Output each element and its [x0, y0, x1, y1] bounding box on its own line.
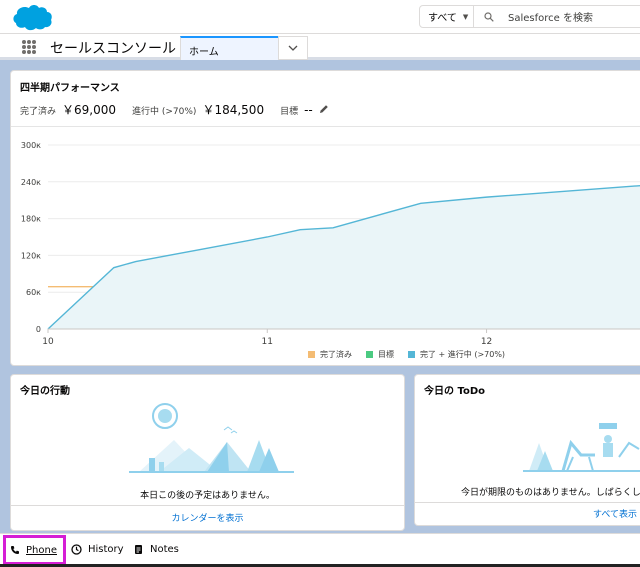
legend-swatch [308, 351, 315, 358]
x-tick-label: 11 [262, 337, 273, 347]
notes-icon [135, 545, 142, 554]
search-input[interactable]: Salesforce を検索 [474, 5, 640, 28]
chart-legend: 完了済み 目標 完了 + 進行中 (>70%) [308, 349, 519, 360]
camping-illustration-icon [129, 403, 294, 473]
x-tick-label: 12 [481, 337, 492, 347]
chevron-down-icon: ▼ [462, 12, 469, 21]
y-tick-label: 0 [36, 325, 41, 334]
todays-todo-card: 今日の ToDo 今日が期限のものはありません。しばらくし すべて表示 [414, 374, 640, 526]
view-calendar-link[interactable]: カレンダーを表示 [11, 505, 404, 530]
search-scope-dropdown[interactable]: すべて ▼ [419, 5, 474, 28]
events-empty-message: 本日この後の予定はありません。 [140, 491, 275, 501]
legend-swatch [408, 351, 415, 358]
phone-icon [11, 546, 19, 554]
utility-phone-button[interactable]: Phone [3, 535, 66, 565]
todo-title: 今日の ToDo [424, 386, 486, 397]
legend-item-1: 目標 [366, 349, 394, 360]
tab-home[interactable]: ホーム [180, 36, 278, 60]
legend-item-2: 完了 + 進行中 (>70%) [408, 349, 505, 360]
utility-notes-button[interactable]: Notes [134, 534, 179, 565]
todays-events-card: 今日の行動 本日この後の予定はありません。 カレンダーを表示 [10, 374, 405, 531]
y-tick-label: 120к [21, 251, 41, 260]
y-tick-label: 300к [21, 141, 41, 150]
legend-label: 完了 + 進行中 (>70%) [420, 350, 506, 359]
chevron-down-icon [288, 45, 298, 51]
utility-bar: Phone History Notes [0, 533, 640, 567]
beach-chair-illustration-icon [523, 423, 640, 472]
legend-label: 完了済み [320, 350, 352, 359]
notes-label: Notes [150, 544, 179, 555]
history-label: History [88, 544, 124, 555]
search-scope-label: すべて [428, 13, 457, 24]
history-clock-icon [71, 544, 82, 555]
nav-menu-button[interactable] [278, 36, 308, 60]
utility-history-button[interactable]: History [71, 534, 124, 565]
phone-label: Phone [26, 544, 57, 556]
app-launcher-icon[interactable] [22, 40, 36, 54]
legend-label: 目標 [378, 350, 394, 359]
series-area-2 [48, 185, 640, 329]
events-title: 今日の行動 [20, 386, 70, 397]
navigation-bar: セールスコンソール ホーム [0, 34, 640, 60]
performance-chart: 0 60к 120к 180к 240к 300к 10 11 12 [21, 141, 640, 347]
y-tick-label: 240к [21, 178, 41, 187]
legend-item-0: 完了済み [308, 349, 352, 360]
view-all-link[interactable]: すべて表示 [415, 502, 640, 525]
legend-swatch [366, 351, 373, 358]
quarterly-performance-card: 四半期パフォーマンス 完了済み ￥69,000 進行中 (>70%) ￥184,… [10, 70, 640, 366]
todo-empty-message: 今日が期限のものはありません。しばらくし [461, 488, 640, 498]
y-tick-label: 60к [26, 288, 41, 297]
y-tick-label: 180к [21, 215, 41, 224]
global-header: すべて ▼ Salesforce を検索 [0, 0, 640, 34]
search-icon [484, 11, 494, 22]
salesforce-logo-icon[interactable] [12, 3, 54, 31]
app-name: セールスコンソール [50, 41, 176, 57]
search-placeholder: Salesforce を検索 [508, 13, 593, 24]
x-tick-label: 10 [42, 337, 54, 347]
